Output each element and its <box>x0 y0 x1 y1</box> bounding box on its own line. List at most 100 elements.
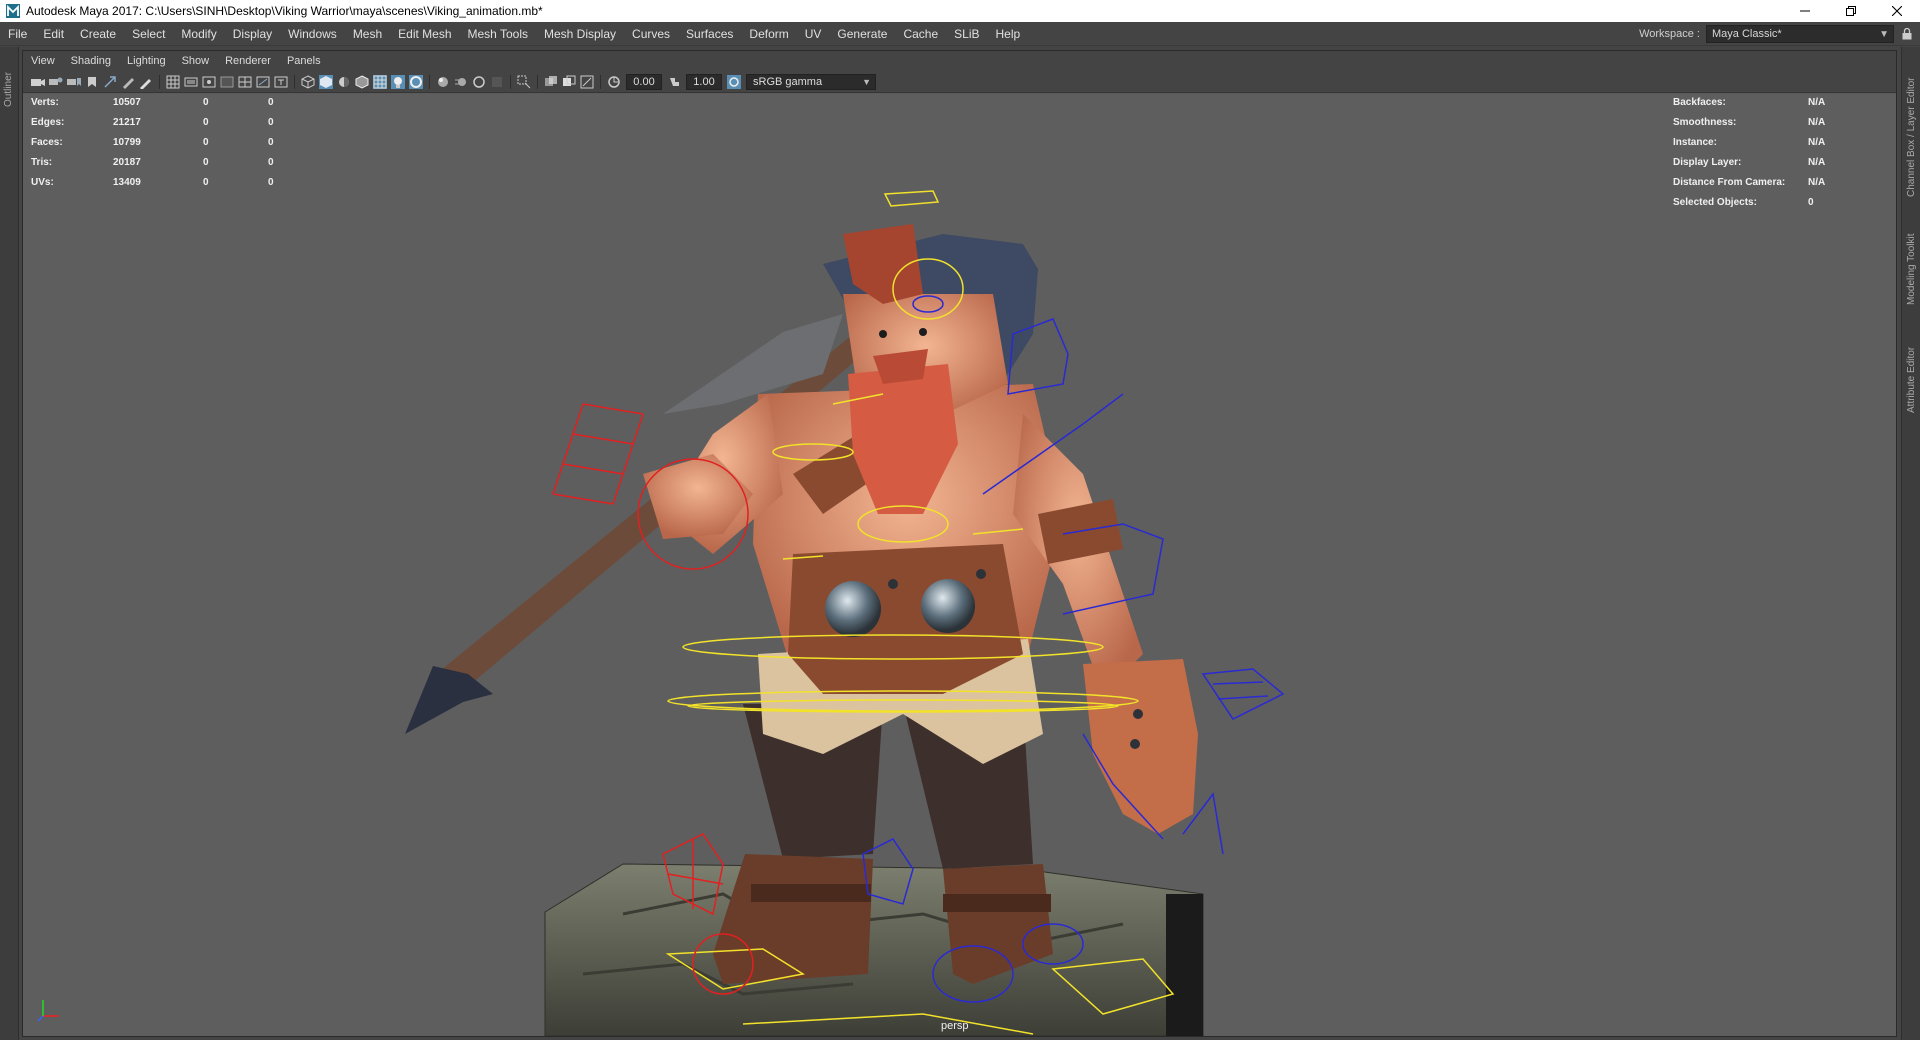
menu-help[interactable]: Help <box>988 27 1029 41</box>
hud-smoothness-row: Smoothness: N/A <box>1673 112 1858 132</box>
hud-value: 0 <box>203 96 209 108</box>
hud-label: UVs: <box>31 176 54 188</box>
screen-space-ao-icon[interactable] <box>436 75 450 89</box>
shadows-icon[interactable] <box>409 74 423 89</box>
tab-outliner[interactable]: Outliner <box>3 72 14 107</box>
menu-modify[interactable]: Modify <box>173 27 224 41</box>
grease-pencil-icon[interactable] <box>121 75 135 89</box>
wireframe-icon[interactable] <box>301 74 315 89</box>
hud-label: Tris: <box>31 156 53 168</box>
hud-label: Smoothness: <box>1673 116 1737 128</box>
viking-character-scene[interactable] <box>23 94 1896 1036</box>
3d-viewport[interactable]: Verts: 10507 0 0 Edges: 21217 0 0 Faces:… <box>23 94 1896 1036</box>
window-title: Autodesk Maya 2017: C:\Users\SINH\Deskto… <box>26 4 543 18</box>
resolution-gate-icon[interactable] <box>202 75 216 89</box>
film-gate-icon[interactable] <box>184 75 198 89</box>
menu-select[interactable]: Select <box>124 27 173 41</box>
view-transform-dropdown[interactable]: sRGB gamma ▼ <box>746 73 876 90</box>
anti-aliasing-icon[interactable] <box>472 75 486 89</box>
hud-value: 20187 <box>113 156 141 168</box>
hud-value: 0 <box>203 116 209 128</box>
color-management-icon[interactable] <box>727 74 741 89</box>
hud-instance-row: Instance: N/A <box>1673 132 1858 152</box>
menu-file[interactable]: File <box>0 27 35 41</box>
image-plane-icon[interactable] <box>85 75 99 89</box>
textured-icon[interactable] <box>373 74 387 89</box>
motion-blur-icon[interactable] <box>454 75 468 89</box>
axis-gizmo-icon <box>37 1000 59 1022</box>
panel-menu-view[interactable]: View <box>23 55 63 67</box>
safe-title-icon[interactable] <box>274 75 288 89</box>
workspace-value: Maya Classic* <box>1712 28 1782 40</box>
menu-edit[interactable]: Edit <box>35 27 72 41</box>
panel-menu-lighting[interactable]: Lighting <box>119 55 174 67</box>
menu-uv[interactable]: UV <box>797 27 830 41</box>
lock-icon[interactable] <box>1898 25 1916 43</box>
right-side-strip: Channel Box / Layer Editor Modeling Tool… <box>1901 47 1920 1040</box>
smooth-shade-icon[interactable] <box>319 74 333 89</box>
tab-attribute-editor[interactable]: Attribute Editor <box>1906 347 1917 413</box>
exposure-icon[interactable] <box>607 75 621 89</box>
menu-edit-mesh[interactable]: Edit Mesh <box>390 27 459 41</box>
bookmarks-icon[interactable] <box>67 75 81 89</box>
field-chart-icon[interactable] <box>238 75 252 89</box>
hud-value: 0 <box>268 96 274 108</box>
hud-value: 0 <box>203 176 209 188</box>
panel-menu-shading[interactable]: Shading <box>63 55 119 67</box>
xray-joints-icon[interactable] <box>580 75 594 89</box>
menu-cache[interactable]: Cache <box>895 27 946 41</box>
tab-channel-box[interactable]: Channel Box / Layer Editor <box>1906 77 1917 197</box>
gamma-field[interactable]: 1.00 <box>686 73 722 90</box>
hud-label: Verts: <box>31 96 59 108</box>
menu-display[interactable]: Display <box>225 27 280 41</box>
menu-mesh[interactable]: Mesh <box>345 27 390 41</box>
menu-create[interactable]: Create <box>72 27 124 41</box>
use-all-lights-icon[interactable] <box>391 74 405 89</box>
panel-menu-panels[interactable]: Panels <box>279 55 329 67</box>
menu-generate[interactable]: Generate <box>829 27 895 41</box>
camera-icon[interactable] <box>31 75 45 89</box>
menu-surfaces[interactable]: Surfaces <box>678 27 741 41</box>
exposure-field[interactable]: 0.00 <box>626 73 662 90</box>
hud-value: N/A <box>1808 136 1826 148</box>
menu-slib[interactable]: SLiB <box>946 27 987 41</box>
menu-curves[interactable]: Curves <box>624 27 678 41</box>
wireframe-on-shaded-icon[interactable] <box>355 74 369 89</box>
restore-icon[interactable] <box>1828 0 1874 22</box>
pencil-icon[interactable] <box>139 75 153 89</box>
2d-pan-zoom-icon[interactable] <box>103 75 117 89</box>
grid-icon[interactable] <box>166 75 180 89</box>
safe-action-icon[interactable] <box>256 75 270 89</box>
hud-label: Backfaces: <box>1673 96 1726 108</box>
workspace-dropdown[interactable]: Maya Classic* ▼ <box>1706 25 1894 43</box>
panel-menu-show[interactable]: Show <box>174 55 218 67</box>
camera-attributes-icon[interactable] <box>49 75 63 89</box>
gamma-icon[interactable] <box>667 75 681 89</box>
xray-icon[interactable] <box>544 75 558 89</box>
depth-of-field-icon[interactable] <box>490 75 504 89</box>
panel-menu-bar: View Shading Lighting Show Renderer Pane… <box>23 51 1896 71</box>
menu-mesh-display[interactable]: Mesh Display <box>536 27 624 41</box>
hud-value: 0 <box>1808 196 1814 208</box>
hud-value: N/A <box>1808 96 1826 108</box>
hud-value: 13409 <box>113 176 141 188</box>
object-details-hud: Backfaces: N/A Smoothness: N/A Instance:… <box>1673 94 1858 212</box>
menu-deform[interactable]: Deform <box>741 27 796 41</box>
hud-edges-row: Edges: 21217 0 0 <box>23 112 308 132</box>
close-icon[interactable] <box>1874 0 1920 22</box>
menu-mesh-tools[interactable]: Mesh Tools <box>460 27 536 41</box>
menu-windows[interactable]: Windows <box>280 27 345 41</box>
panel-menu-renderer[interactable]: Renderer <box>217 55 279 67</box>
hud-uvs-row: UVs: 13409 0 0 <box>23 172 308 192</box>
hud-value: 0 <box>268 156 274 168</box>
hud-value: N/A <box>1808 156 1826 168</box>
minimize-icon[interactable] <box>1782 0 1828 22</box>
tab-modeling-toolkit[interactable]: Modeling Toolkit <box>1906 233 1917 305</box>
view-transform-value: sRGB gamma <box>753 75 823 88</box>
panel-toolbar: 0.00 1.00 sRGB gamma ▼ <box>23 71 1896 93</box>
isolate-select-icon[interactable] <box>517 75 531 89</box>
maya-logo-icon <box>5 3 21 19</box>
gate-mask-icon[interactable] <box>220 75 234 89</box>
default-material-icon[interactable] <box>337 75 351 89</box>
xray-active-components-icon[interactable] <box>562 75 576 89</box>
